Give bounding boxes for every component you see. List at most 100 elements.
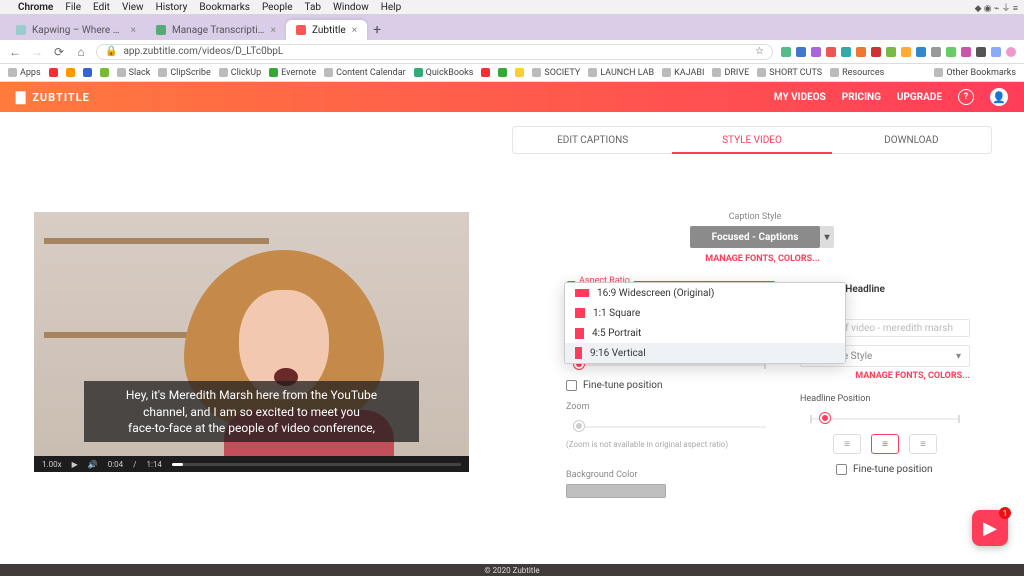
caption-overlay: Hey, it's Meredith Marsh here from the Y… xyxy=(84,381,419,442)
aspect-option-4-5[interactable]: 4:5 Portrait xyxy=(565,323,845,343)
chat-icon: ▶ xyxy=(983,518,997,539)
nav-pricing[interactable]: PRICING xyxy=(842,92,881,103)
manage-fonts-link[interactable]: MANAGE FONTS, COLORS... xyxy=(690,254,820,264)
bookmark-item[interactable]: ClickUp xyxy=(219,68,261,78)
bookmark-item[interactable]: Apps xyxy=(8,68,41,78)
zoom-label: Zoom xyxy=(566,402,776,412)
menubar-item[interactable]: View xyxy=(122,2,144,13)
bgcolor-swatch[interactable] xyxy=(566,484,666,498)
headline-position-panel: Headline Position ≡ ≡ ≡ Fine-tune positi… xyxy=(800,394,970,475)
bookmark-item[interactable] xyxy=(498,68,507,77)
menubar-item[interactable]: History xyxy=(156,2,188,13)
zoom-slider xyxy=(566,418,776,436)
chevron-down-icon: ▾ xyxy=(956,351,961,362)
nav-my-videos[interactable]: MY VIDEOS xyxy=(774,92,826,103)
menubar-item[interactable]: Help xyxy=(381,2,401,13)
headline-position-slider[interactable] xyxy=(800,410,970,428)
finetune-headline-checkbox[interactable] xyxy=(836,464,847,475)
caption-style-select[interactable]: Focused - Captions xyxy=(690,226,820,248)
url-input[interactable]: 🔒 app.zubtitle.com/videos/D_LTc0bpL ☆ xyxy=(96,44,773,60)
bookmark-item[interactable] xyxy=(83,68,92,77)
video-frame[interactable]: Hey, it's Meredith Marsh here from the Y… xyxy=(34,212,469,456)
reload-button[interactable]: ⟳ xyxy=(52,45,66,59)
ratio-icon xyxy=(575,347,582,359)
browser-tab[interactable]: Kapwing – Where Content Cre…× xyxy=(6,20,146,40)
chat-widget[interactable]: ▶ 1 xyxy=(972,510,1008,546)
video-preview: Hey, it's Meredith Marsh here from the Y… xyxy=(34,212,469,472)
bookmark-item[interactable]: SHORT CUTS xyxy=(757,68,822,78)
finetune-caption-label: Fine-tune position xyxy=(583,380,662,391)
bookmark-item[interactable]: Slack xyxy=(117,68,151,78)
bookmarks-bar: Apps Slack ClipScribe ClickUp Evernote C… xyxy=(0,64,1024,82)
manage-headline-fonts-link[interactable]: MANAGE FONTS, COLORS... xyxy=(800,371,970,381)
ratio-icon xyxy=(575,328,584,339)
play-icon[interactable]: ▶ xyxy=(72,460,78,469)
align-center-button[interactable]: ≡ xyxy=(871,434,899,454)
aspect-ratio-panel: Aspect Ratio 16:9 Widescreen (Original) … xyxy=(566,276,776,304)
playback-speed[interactable]: 1.00x xyxy=(42,460,62,469)
browser-tab[interactable]: Manage Transcriptions – ClipS…× xyxy=(146,20,286,40)
close-icon[interactable]: × xyxy=(271,25,276,36)
aspect-option-1-1[interactable]: 1:1 Square xyxy=(565,303,845,323)
align-right-button[interactable]: ≡ xyxy=(909,434,937,454)
caption-style-label: Caption Style xyxy=(690,212,820,222)
menubar-item[interactable]: Window xyxy=(333,2,369,13)
menubar-item[interactable]: Bookmarks xyxy=(199,2,250,13)
headline-position-label: Headline Position xyxy=(800,394,970,404)
forward-button[interactable]: → xyxy=(30,45,44,59)
home-button[interactable]: ⌂ xyxy=(74,45,88,59)
bookmark-item[interactable] xyxy=(515,68,524,77)
bookmark-item[interactable]: KAJABI xyxy=(662,68,704,78)
menubar-item[interactable]: People xyxy=(262,2,293,13)
bookmark-item[interactable] xyxy=(66,68,75,77)
close-icon[interactable]: × xyxy=(131,25,136,36)
time-elapsed: 0:04 xyxy=(108,460,123,469)
caption-style-panel: Caption Style Focused - Captions MANAGE … xyxy=(690,212,820,264)
aspect-ratio-dropdown: 16:9 Widescreen (Original) 1:1 Square 4:… xyxy=(564,282,846,364)
back-button[interactable]: ← xyxy=(8,45,22,59)
seek-bar[interactable] xyxy=(172,463,461,466)
macos-menubar: Chrome File Edit View History Bookmarks … xyxy=(0,0,1024,14)
tab-download[interactable]: DOWNLOAD xyxy=(832,127,991,153)
bookmark-item[interactable] xyxy=(481,68,490,77)
user-avatar-icon[interactable]: 👤 xyxy=(990,88,1008,106)
zoom-panel: Zoom (Zoom is not available in original … xyxy=(566,402,776,450)
tab-edit-captions[interactable]: EDIT CAPTIONS xyxy=(513,127,672,153)
help-icon[interactable]: ? xyxy=(958,89,974,105)
star-icon[interactable]: ☆ xyxy=(755,46,764,57)
tab-style-video[interactable]: STYLE VIDEO xyxy=(672,127,831,153)
close-icon[interactable]: × xyxy=(352,25,357,36)
lock-icon: 🔒 xyxy=(105,46,117,57)
chat-badge: 1 xyxy=(999,507,1011,519)
align-left-button[interactable]: ≡ xyxy=(833,434,861,454)
bookmark-item[interactable]: Content Calendar xyxy=(324,68,406,78)
url-text: app.zubtitle.com/videos/D_LTc0bpL xyxy=(123,46,283,57)
ratio-icon xyxy=(575,308,585,318)
bookmark-item[interactable]: Evernote xyxy=(269,68,316,78)
bookmark-item[interactable]: DRIVE xyxy=(712,68,749,78)
bookmark-item[interactable] xyxy=(100,68,109,77)
mute-icon[interactable]: 🔊 xyxy=(88,460,98,469)
menubar-item[interactable]: File xyxy=(65,2,81,13)
editor-tabs: EDIT CAPTIONS STYLE VIDEO DOWNLOAD xyxy=(512,126,992,154)
menubar-item[interactable]: Tab xyxy=(305,2,321,13)
bookmark-item[interactable] xyxy=(49,68,58,77)
finetune-caption-checkbox[interactable] xyxy=(566,380,577,391)
bookmark-item[interactable]: SOCIETY xyxy=(532,68,580,78)
aspect-option-9-16[interactable]: 9:16 Vertical xyxy=(565,343,845,363)
bookmark-item[interactable]: ClipScribe xyxy=(158,68,210,78)
brand-logo[interactable]: ZUBTITLE xyxy=(16,90,90,104)
time-duration: 1:14 xyxy=(146,460,161,469)
bookmark-item[interactable]: QuickBooks xyxy=(414,68,474,78)
new-tab-button[interactable]: + xyxy=(367,20,387,40)
menubar-item[interactable]: Edit xyxy=(93,2,110,13)
aspect-option-16-9[interactable]: 16:9 Widescreen (Original) xyxy=(565,283,845,303)
tab-strip: Kapwing – Where Content Cre…× Manage Tra… xyxy=(0,14,1024,40)
menubar-app[interactable]: Chrome xyxy=(18,2,53,13)
bookmark-item[interactable]: Resources xyxy=(830,68,884,78)
profile-avatar[interactable] xyxy=(1006,47,1016,57)
nav-upgrade[interactable]: UPGRADE xyxy=(897,92,942,103)
other-bookmarks[interactable]: Other Bookmarks xyxy=(934,68,1016,78)
bookmark-item[interactable]: LAUNCH LAB xyxy=(588,68,654,78)
browser-tab-active[interactable]: Zubtitle× xyxy=(286,20,367,40)
